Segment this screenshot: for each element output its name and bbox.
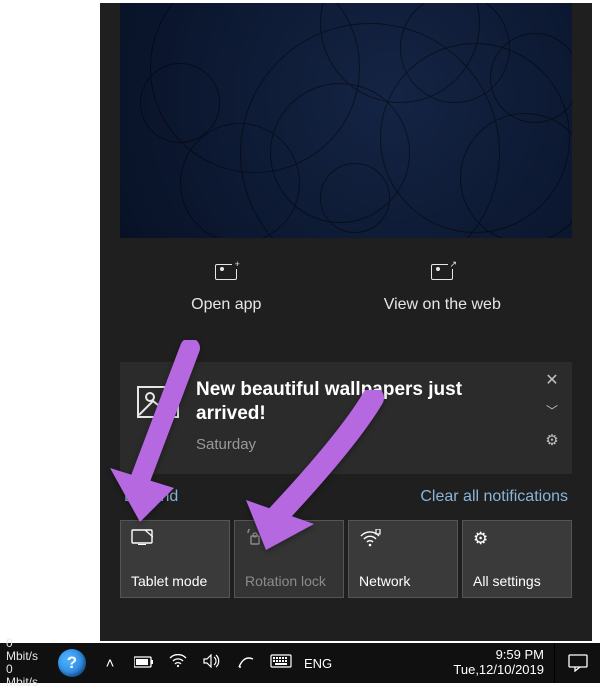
view-web-label: View on the web (384, 296, 501, 314)
tile-rotation-lock[interactable]: Rotation lock (234, 520, 344, 598)
language-indicator[interactable]: ENG (304, 656, 332, 671)
tile-label: Rotation lock (245, 573, 333, 589)
wifi-icon[interactable] (168, 654, 188, 672)
hero-card: + Open app ↗ View on the web (120, 3, 572, 344)
picture-icon (134, 378, 182, 426)
wallpaper-preview (120, 3, 572, 238)
wifi-icon (359, 529, 447, 547)
tile-all-settings[interactable]: ⚙ All settings (462, 520, 572, 598)
touch-keyboard-icon[interactable] (270, 654, 290, 672)
close-icon[interactable]: ✕ (542, 370, 562, 390)
notification-date: Saturday (196, 436, 530, 453)
tile-label: All settings (473, 573, 561, 589)
get-help-icon[interactable]: ? (58, 649, 86, 677)
chevron-down-icon[interactable]: ﹀ (542, 402, 562, 419)
chevron-up-icon[interactable]: ˄ (100, 655, 120, 672)
picture-add-icon: + (215, 264, 237, 280)
volume-icon[interactable] (202, 654, 222, 672)
view-on-web-button[interactable]: ↗ View on the web (384, 264, 501, 314)
action-center-panel: + Open app ↗ View on the web (100, 3, 592, 641)
expand-link[interactable]: Expand (124, 488, 178, 506)
pen-icon[interactable] (236, 653, 256, 673)
action-center-links: Expand Clear all notifications (100, 474, 592, 510)
clear-all-link[interactable]: Clear all notifications (420, 488, 568, 506)
open-app-label: Open app (191, 296, 261, 314)
tile-label: Tablet mode (131, 573, 219, 589)
lock-icon (245, 529, 333, 547)
notification-card[interactable]: New beautiful wallpapers just arrived! S… (120, 362, 572, 474)
gear-icon[interactable]: ⚙ (542, 431, 562, 449)
tile-tablet-mode[interactable]: Tablet mode (120, 520, 230, 598)
tile-label: Network (359, 573, 447, 589)
gear-icon: ⚙ (473, 529, 561, 547)
tile-network[interactable]: Network (348, 520, 458, 598)
tablet-icon (131, 529, 219, 547)
picture-web-icon: ↗ (431, 264, 453, 280)
quick-actions: Tablet mode Rotation lock Network ⚙ All … (100, 510, 592, 598)
battery-icon[interactable] (134, 655, 154, 672)
taskbar: 0 Mbit/s 0 Mbit/s ? ˄ ENG 9:59 PM (0, 643, 600, 683)
taskbar-clock[interactable]: 9:59 PM Tue,12/10/2019 (443, 648, 554, 678)
system-tray: ˄ ENG (92, 653, 340, 673)
action-center-button[interactable] (554, 643, 600, 683)
notification-title: New beautiful wallpapers just arrived! (196, 378, 530, 426)
open-app-button[interactable]: + Open app (191, 264, 261, 314)
